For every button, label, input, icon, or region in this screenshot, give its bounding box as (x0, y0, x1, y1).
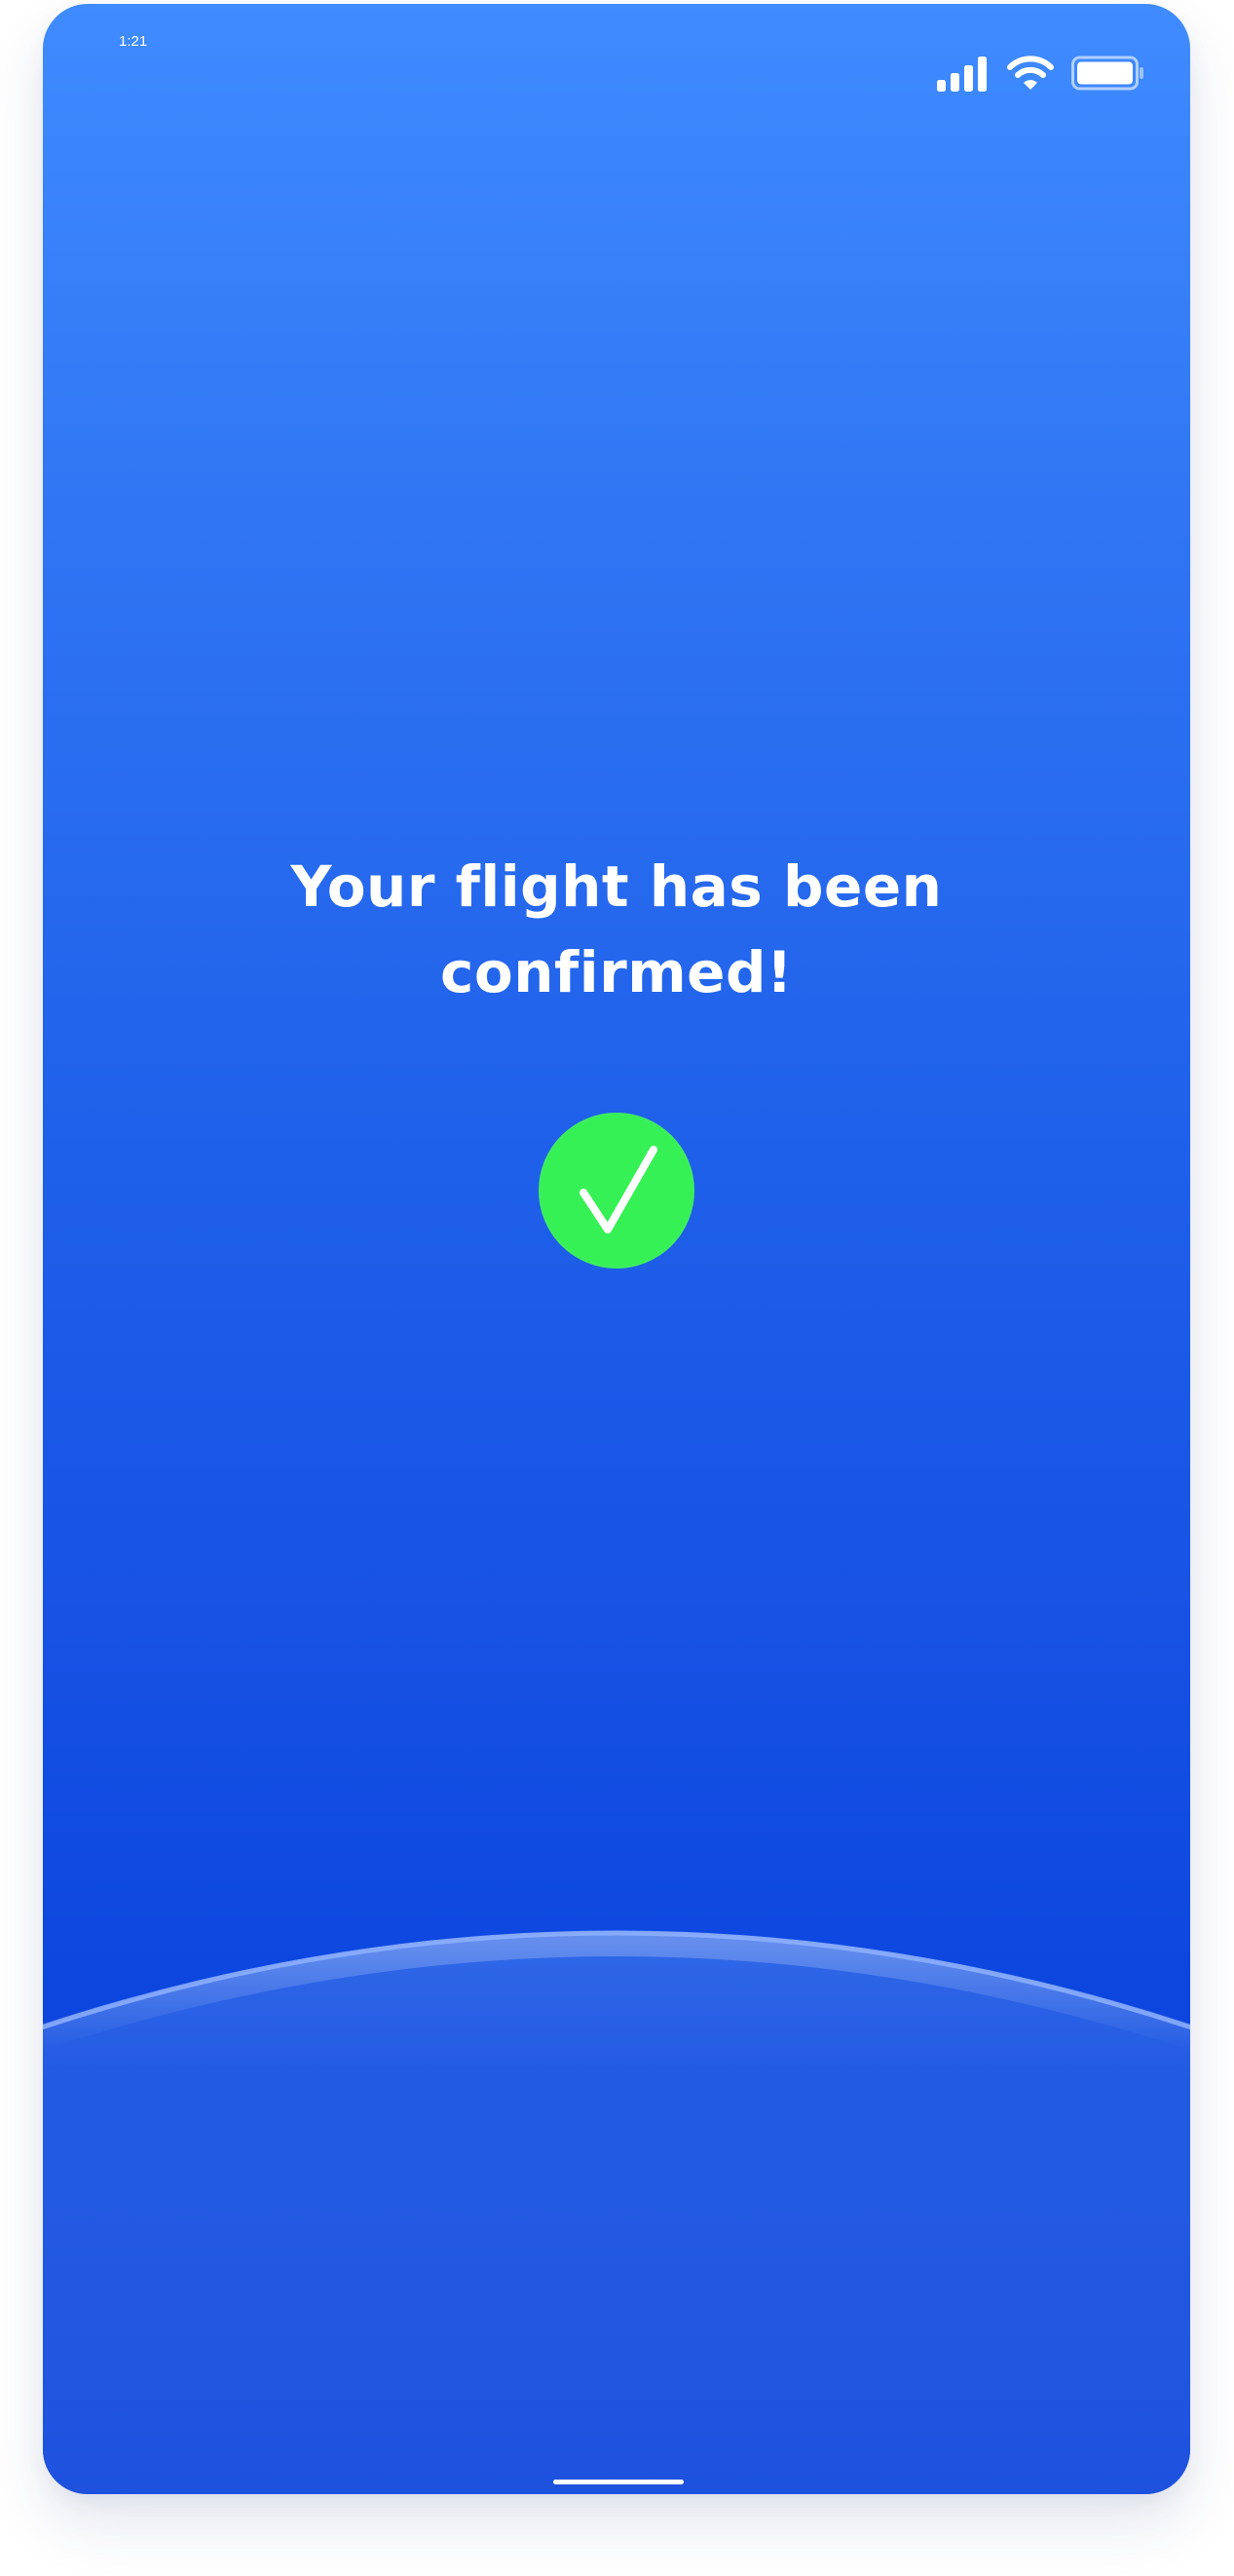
horizon-arc (43, 1930, 1190, 2494)
status-bar: 1:21 (43, 4, 1190, 101)
home-indicator[interactable] (553, 2480, 684, 2484)
success-badge (539, 1113, 694, 1269)
wifi-icon (1007, 56, 1054, 90)
confirmation-title-line-2: confirmed! (440, 939, 793, 1005)
phone-screen: 1:21 Your flight has been confirmed! (43, 4, 1190, 2494)
cellular-signal-icon (937, 57, 987, 92)
status-icons (937, 55, 1145, 92)
battery-icon (1071, 56, 1143, 91)
confirmation-title-line-1: Your flight has been (290, 853, 943, 920)
checkmark-icon (580, 1146, 657, 1233)
confirmation-title: Your flight has been confirmed! (43, 844, 1190, 1015)
status-time: 1:21 (119, 33, 148, 50)
